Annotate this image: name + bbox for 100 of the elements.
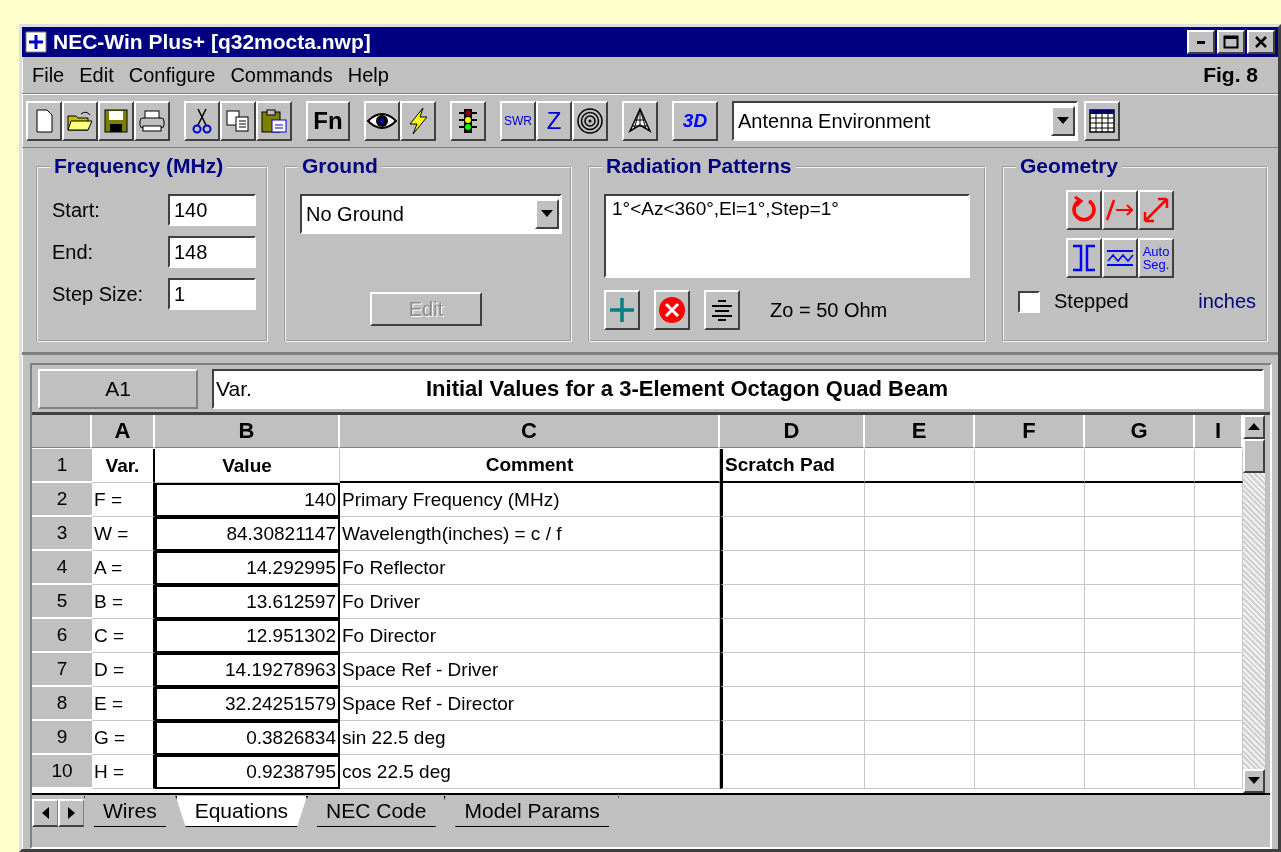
toolbar-button[interactable] xyxy=(364,101,400,141)
cell-reference: A1 xyxy=(38,368,198,409)
column-header[interactable]: D xyxy=(720,415,865,448)
menu-item[interactable]: Configure xyxy=(124,61,227,89)
view-dropdown[interactable]: Antenna Environment xyxy=(732,101,1078,141)
table-cell: Comment xyxy=(340,449,720,483)
toolbar-button[interactable] xyxy=(1066,238,1102,278)
row-header[interactable]: 2 xyxy=(32,483,92,517)
ground-dropdown[interactable]: No Ground xyxy=(300,194,562,234)
column-header[interactable]: I xyxy=(1195,415,1243,448)
sheet-tab[interactable]: Wires xyxy=(84,796,176,827)
toolbar-button[interactable] xyxy=(256,101,292,141)
table-cell: Primary Frequency (MHz) xyxy=(340,483,720,517)
menu-item[interactable]: Edit xyxy=(75,61,125,89)
toolbar-button[interactable] xyxy=(654,290,690,330)
toolbar-button[interactable] xyxy=(622,101,658,141)
maximize-button[interactable] xyxy=(1217,30,1245,54)
toolbar-button[interactable] xyxy=(704,290,740,330)
row-header[interactable]: 8 xyxy=(32,687,92,721)
select-all-corner[interactable] xyxy=(32,415,92,448)
column-header[interactable]: E xyxy=(865,415,975,448)
pattern-field[interactable]: 1°<Az<360°,El=1°,Step=1° xyxy=(604,194,970,278)
table-cell: W = xyxy=(92,517,155,551)
column-header[interactable]: A xyxy=(92,415,155,448)
checkbox-label: Stepped xyxy=(1054,290,1129,313)
scrollbar[interactable] xyxy=(1243,415,1265,793)
left-arrow-icon xyxy=(41,807,50,819)
row-header[interactable]: 9 xyxy=(32,721,92,755)
right-arrow-icon xyxy=(67,807,76,819)
toolbar-button[interactable] xyxy=(1066,190,1102,230)
menu-item[interactable]: Help xyxy=(343,61,400,89)
toolbar-button[interactable] xyxy=(572,101,608,141)
auto-segment-button[interactable]: Auto Seg. xyxy=(1138,238,1174,278)
scissors-icon xyxy=(192,108,212,134)
toolbar-button[interactable] xyxy=(184,101,220,141)
table-cell: 32.24251579 xyxy=(155,687,340,721)
toolbar-button[interactable] xyxy=(450,101,486,141)
table-cell: A = xyxy=(92,551,155,585)
table-cell: cos 22.5 deg xyxy=(340,755,720,789)
input-field[interactable]: 148 xyxy=(168,236,256,268)
printer-icon xyxy=(139,110,165,132)
minimize-button[interactable] xyxy=(1187,30,1215,54)
scroll-thumb[interactable] xyxy=(1243,439,1265,473)
row-header[interactable]: 5 xyxy=(32,585,92,619)
delete-icon xyxy=(658,296,686,324)
sheet-tab[interactable]: Model Params xyxy=(445,796,619,827)
menu-item[interactable]: Commands xyxy=(226,61,344,89)
toolbar-button[interactable] xyxy=(1102,190,1138,230)
tab-scroll-button[interactable] xyxy=(58,799,84,827)
toolbar-button[interactable] xyxy=(1084,101,1120,141)
toolbar-button[interactable]: Fn xyxy=(306,101,350,141)
copy-icon xyxy=(226,110,250,132)
eye-icon xyxy=(367,110,397,132)
target-icon xyxy=(576,107,604,135)
checkbox[interactable] xyxy=(1018,290,1040,313)
toolbar-button[interactable] xyxy=(98,101,134,141)
column-header[interactable]: B xyxy=(155,415,340,448)
table-cell: sin 22.5 deg xyxy=(340,721,720,755)
bracket-icon xyxy=(1070,244,1098,272)
close-button[interactable] xyxy=(1247,30,1275,54)
toolbar-button[interactable] xyxy=(604,290,640,330)
toolbar-button[interactable] xyxy=(220,101,256,141)
toolbar-button[interactable] xyxy=(1138,190,1174,230)
toolbar-button[interactable]: SWR xyxy=(500,101,536,141)
row-header[interactable]: 3 xyxy=(32,517,92,551)
toolbar-button[interactable] xyxy=(1102,238,1138,278)
row-header[interactable]: 4 xyxy=(32,551,92,585)
sheet-tab[interactable]: Equations xyxy=(175,796,308,827)
table-cell: 0.9238795 xyxy=(155,755,340,789)
field-label: Step Size: xyxy=(52,282,144,306)
toolbar-button[interactable] xyxy=(134,101,170,141)
field-label: End: xyxy=(52,240,94,264)
toolbar-button[interactable] xyxy=(26,101,62,141)
input-field[interactable]: 1 xyxy=(168,278,256,310)
column-header[interactable]: F xyxy=(975,415,1085,448)
table-cell: E = xyxy=(92,687,155,721)
row-header[interactable]: 1 xyxy=(32,449,92,483)
table-cell: 0.3826834 xyxy=(155,721,340,755)
column-header[interactable]: C xyxy=(340,415,720,448)
toolbar-button[interactable] xyxy=(400,101,436,141)
row-header[interactable]: 6 xyxy=(32,619,92,653)
toolbar-button[interactable]: 3D xyxy=(672,101,718,141)
folder-icon xyxy=(67,110,93,132)
row-header[interactable]: 7 xyxy=(32,653,92,687)
sheet-tab[interactable]: NEC Code xyxy=(307,796,446,827)
table-cell: F = xyxy=(92,483,155,517)
field-label: Start: xyxy=(52,198,100,222)
toolbar-button[interactable] xyxy=(62,101,98,141)
formula-field[interactable]: Var. Initial Values for a 3-Element Octagon Quad Beam xyxy=(212,368,1264,409)
table-cell: 84.30821147 xyxy=(155,517,340,551)
row-header[interactable]: 10 xyxy=(32,755,92,789)
column-header[interactable]: G xyxy=(1085,415,1195,448)
menu-item[interactable]: File xyxy=(28,61,76,89)
dropdown-arrow-icon xyxy=(1057,117,1069,125)
toolbar-button[interactable]: Z xyxy=(536,101,572,141)
table-cell: D = xyxy=(92,653,155,687)
table-cell: 14.292995 xyxy=(155,551,340,585)
tab-scroll-button[interactable] xyxy=(32,799,58,827)
spreadsheet-icon xyxy=(1089,109,1115,133)
input-field[interactable]: 140 xyxy=(168,194,256,226)
